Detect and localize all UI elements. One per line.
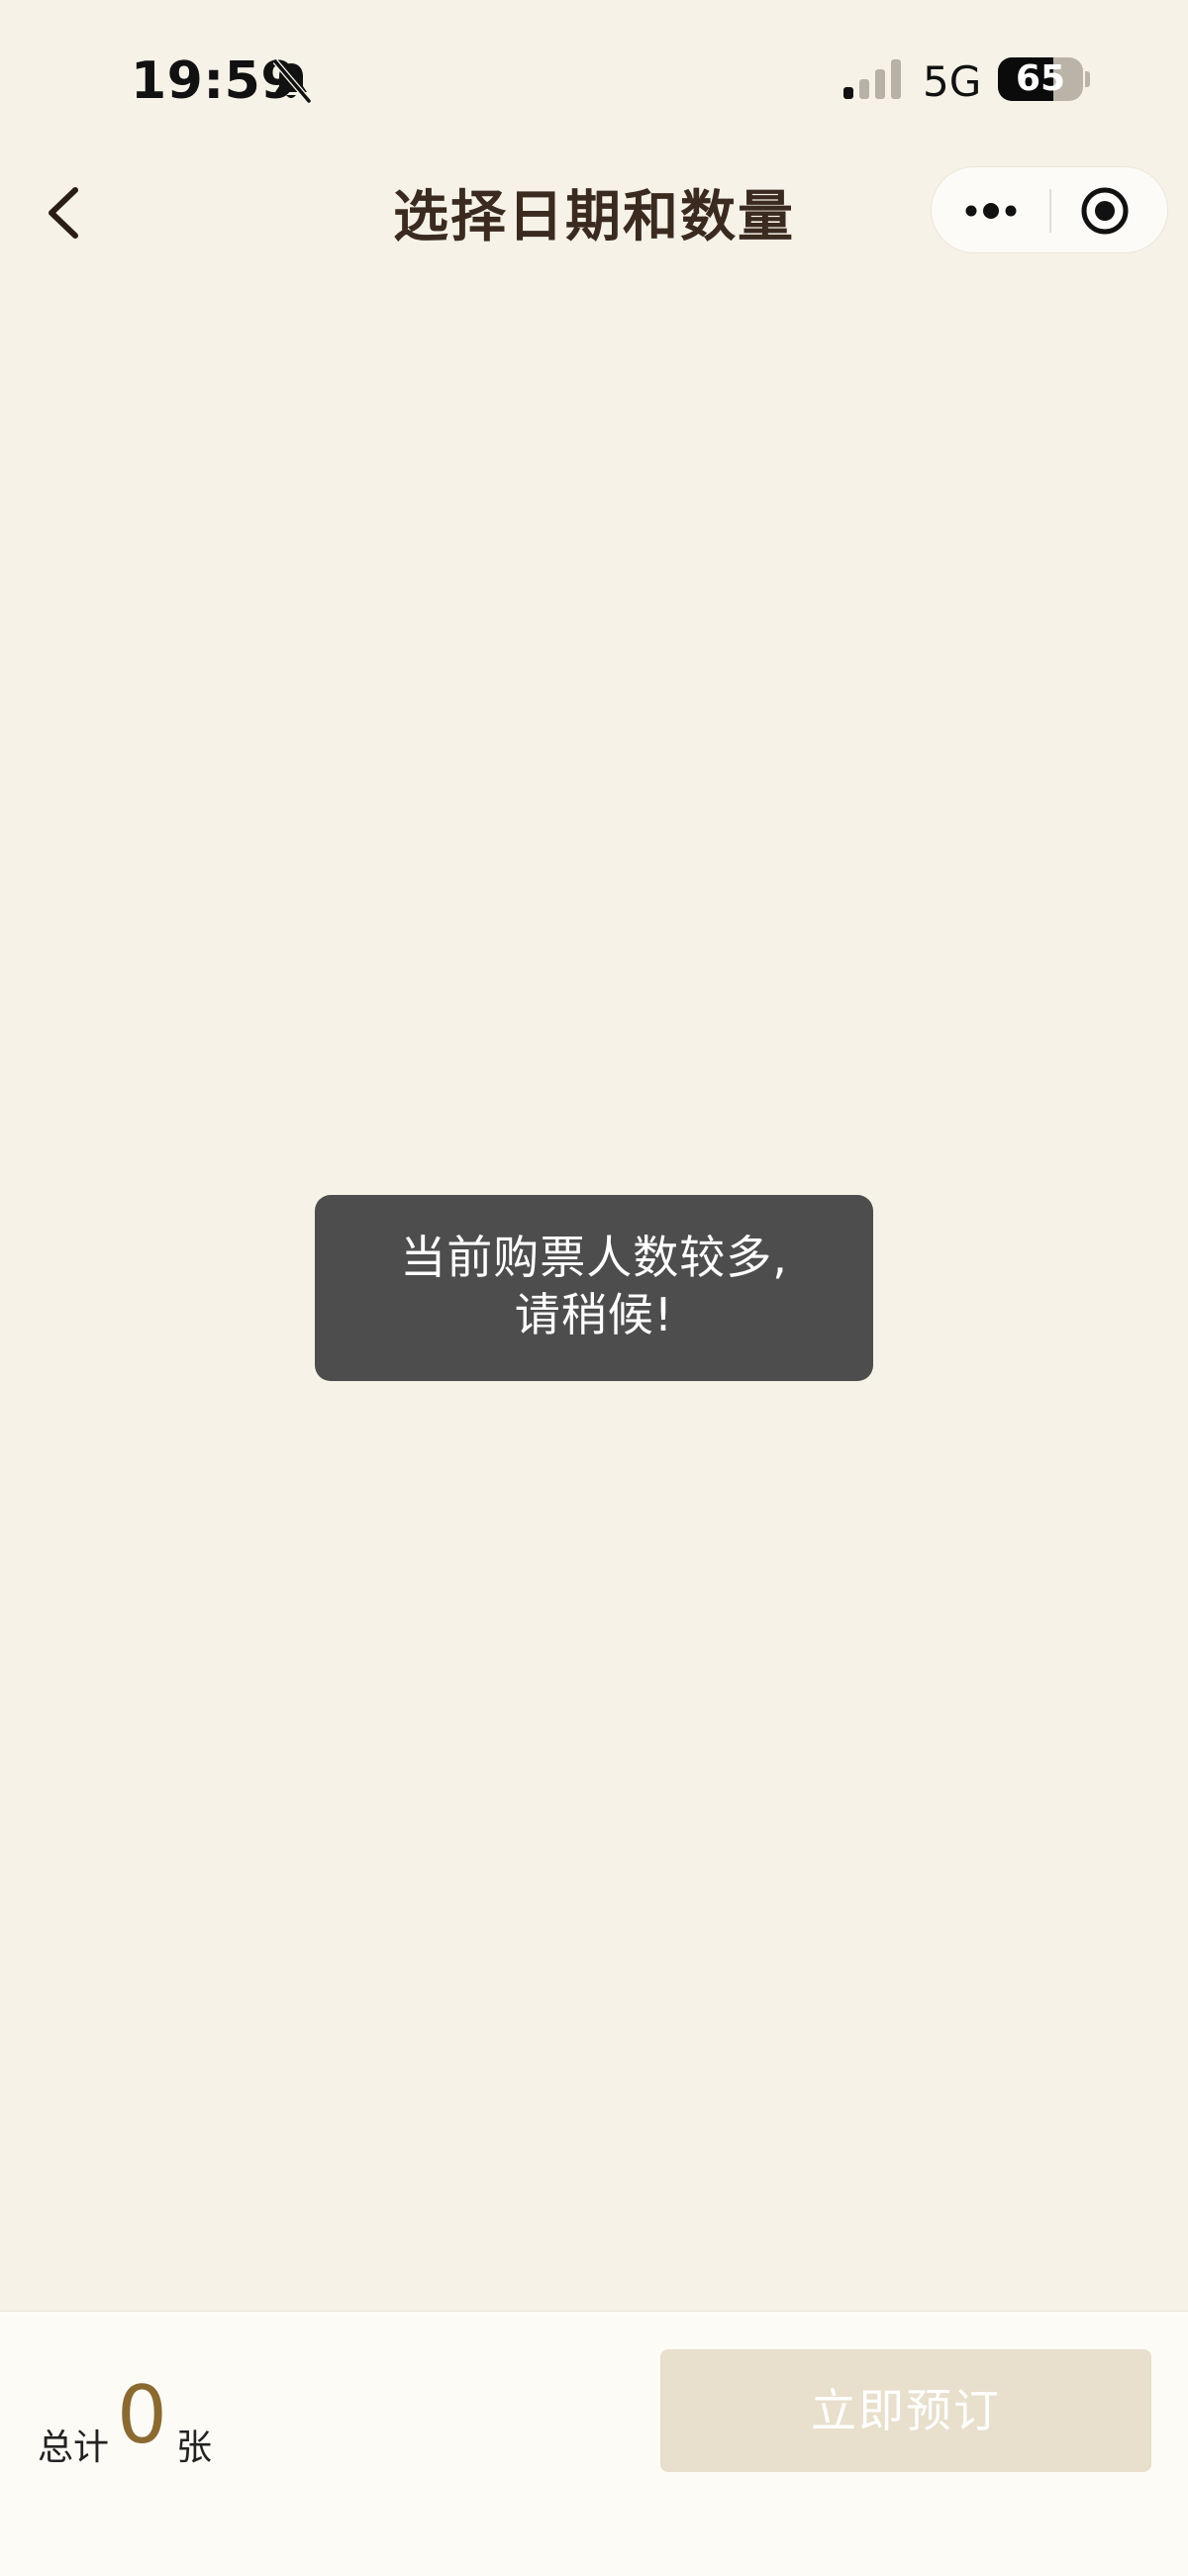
more-button[interactable] [932, 167, 1049, 254]
status-bar: 19:59 5G 65 [0, 0, 1188, 158]
total-unit: 张 [176, 2427, 213, 2468]
battery-tip [1085, 71, 1090, 87]
total-count: 0 [117, 2369, 167, 2461]
bell-off-icon [272, 59, 312, 103]
network-type: 5G [923, 57, 982, 106]
total-label: 总计 [38, 2427, 110, 2468]
close-mini-program-button[interactable] [1051, 167, 1169, 254]
battery-level: 65 [1015, 58, 1066, 99]
more-dots-icon [965, 203, 1017, 219]
toast-line-2: 请稍候! [514, 1288, 674, 1341]
signal-icon [843, 59, 901, 99]
loading-toast: 当前购票人数较多, 请稍候! [315, 1195, 873, 1381]
mini-program-capsule [931, 166, 1168, 253]
book-now-button[interactable]: 立即预订 [660, 2349, 1151, 2472]
nav-bar: 选择日期和数量 [0, 158, 1188, 267]
bottom-bar: 总计 0 张 立即预订 [0, 2311, 1188, 2576]
target-circle-icon [1081, 187, 1129, 235]
battery-icon: 65 [998, 57, 1083, 101]
toast-line-1: 当前购票人数较多, [400, 1231, 788, 1284]
